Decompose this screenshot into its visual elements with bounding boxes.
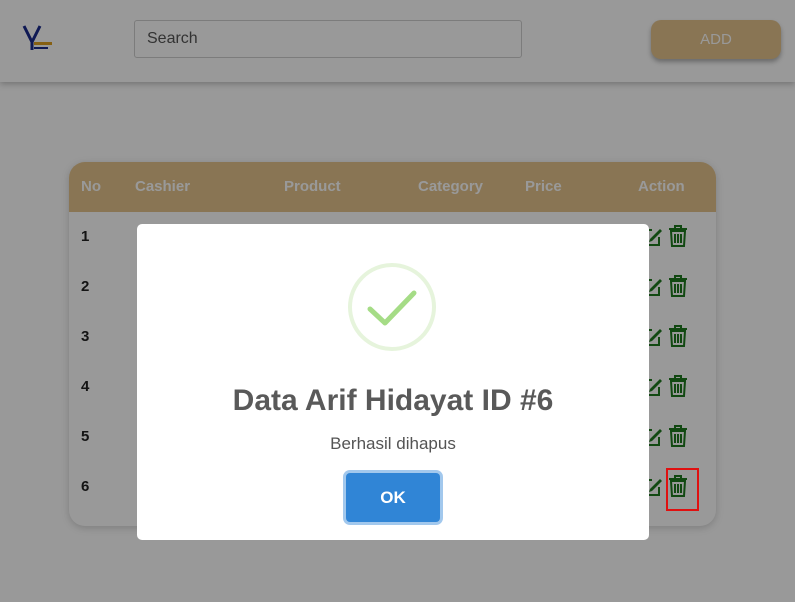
delete-highlight-box <box>666 468 699 511</box>
dialog-title: Data Arif Hidayat ID #6 <box>232 384 554 417</box>
checkmark-icon <box>348 263 436 351</box>
dialog-message: Berhasil dihapus <box>330 434 456 453</box>
ok-button[interactable]: OK <box>346 473 440 522</box>
success-dialog: Data Arif Hidayat ID #6 Berhasil dihapus… <box>137 224 649 540</box>
